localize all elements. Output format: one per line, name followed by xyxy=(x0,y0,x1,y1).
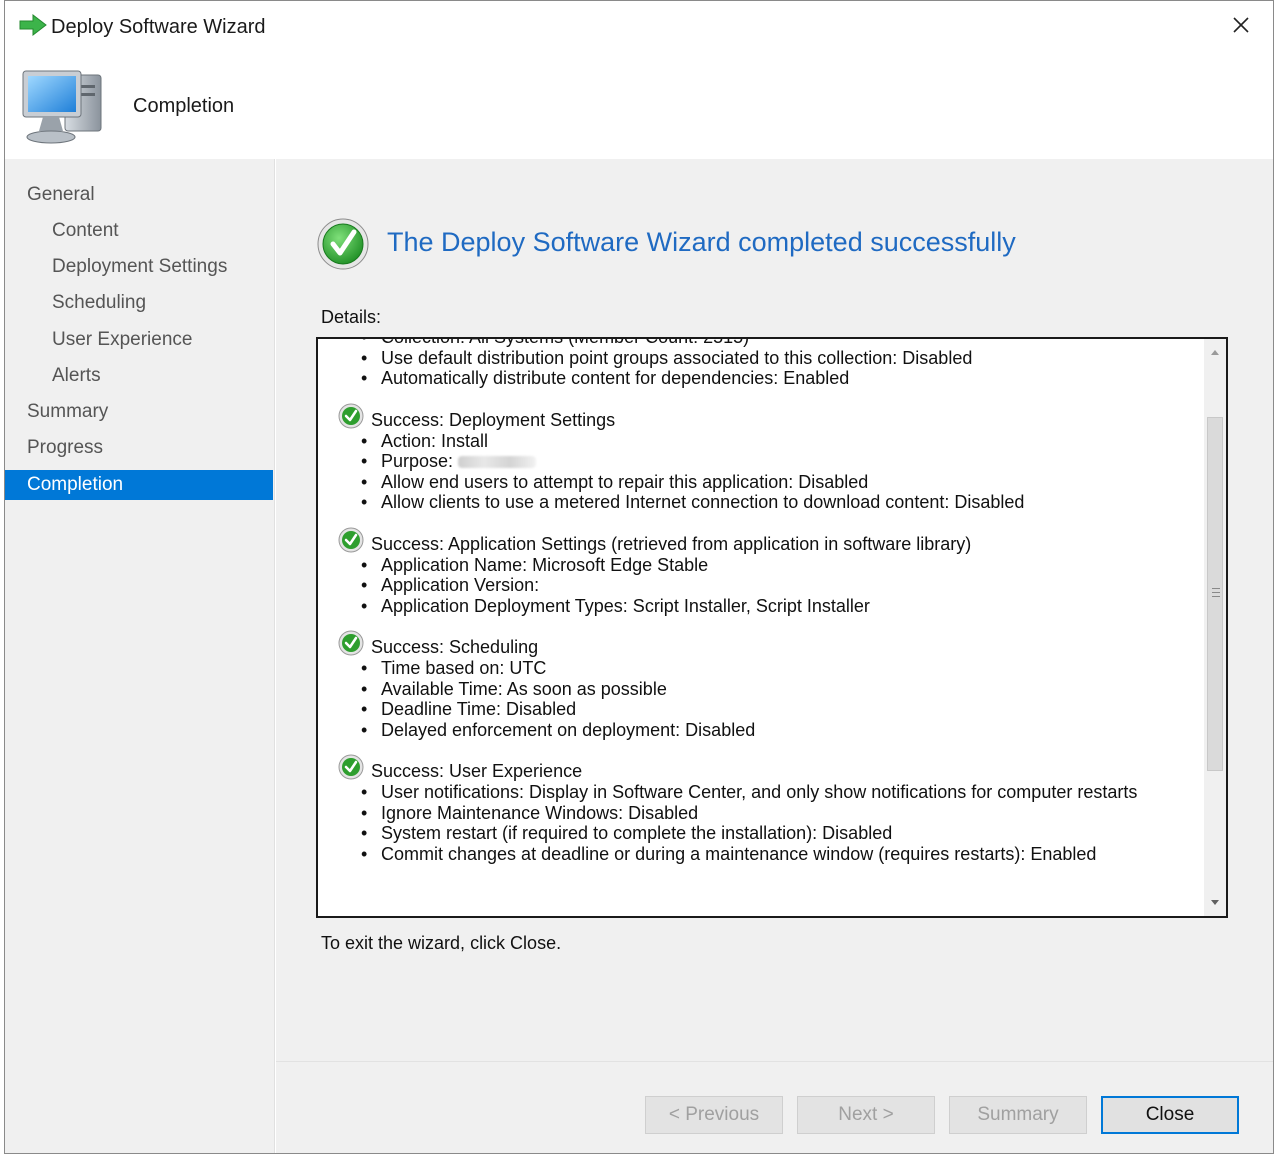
details-section-general: Collection: All Systems (Member Count: 2… xyxy=(338,339,1198,389)
details-section-application-settings: Success: Application Settings (retrieved… xyxy=(338,527,1198,617)
list-item: Time based on: UTC xyxy=(338,658,1198,679)
success-title: The Deploy Software Wizard completed suc… xyxy=(387,227,1016,257)
list-item: Use default distribution point groups as… xyxy=(338,348,1198,369)
green-check-icon xyxy=(317,218,369,270)
nav-item-scheduling[interactable]: Scheduling xyxy=(5,288,273,318)
list-item: Application Version: xyxy=(338,575,1198,596)
wizard-header: Completion xyxy=(5,53,1273,159)
page-title: Completion xyxy=(133,95,235,117)
wizard-window: Deploy Software Wizard Completion Genera… xyxy=(4,0,1274,1154)
section-heading: Success: Application Settings (retrieved… xyxy=(338,527,1198,555)
close-button[interactable]: Close xyxy=(1101,1096,1239,1134)
details-scrollbar[interactable] xyxy=(1204,339,1226,916)
green-check-icon xyxy=(338,754,364,780)
green-check-icon xyxy=(338,527,364,552)
scrollbar-grip-icon xyxy=(1212,588,1220,597)
previous-button[interactable]: < Previous xyxy=(645,1096,783,1134)
button-bar: < Previous Next > Summary Close xyxy=(276,1061,1273,1153)
list-item: Delayed enforcement on deployment: Disab… xyxy=(338,720,1198,741)
nav-item-deployment-settings[interactable]: Deployment Settings xyxy=(5,252,273,282)
wizard-nav: General Content Deployment Settings Sche… xyxy=(5,159,275,1153)
list-item: Allow clients to use a metered Internet … xyxy=(338,492,1198,513)
details-textbox[interactable]: Collection: All Systems (Member Count: 2… xyxy=(316,337,1228,918)
details-section-scheduling: Success: Scheduling Time based on: UTC A… xyxy=(338,630,1198,741)
details-label: Details: xyxy=(321,307,382,327)
nav-item-progress[interactable]: Progress xyxy=(5,433,273,463)
title-bar: Deploy Software Wizard xyxy=(5,1,1273,53)
green-check-icon xyxy=(338,403,364,428)
next-button[interactable]: Next > xyxy=(797,1096,935,1134)
list-item: User notifications: Display in Software … xyxy=(338,782,1198,803)
nav-item-general[interactable]: General xyxy=(5,180,273,210)
exit-instructions: To exit the wizard, click Close. xyxy=(321,933,562,953)
section-heading: Success: Scheduling xyxy=(338,630,1198,658)
details-section-deployment-settings: Success: Deployment Settings Action: Ins… xyxy=(338,403,1198,513)
section-heading: Success: Deployment Settings xyxy=(338,403,1198,431)
nav-item-completion[interactable]: Completion xyxy=(5,470,273,500)
list-item: Ignore Maintenance Windows: Disabled xyxy=(338,803,1198,824)
green-arrow-icon xyxy=(19,13,47,37)
list-item: Commit changes at deadline or during a m… xyxy=(338,844,1198,865)
content-area: The Deploy Software Wizard completed suc… xyxy=(276,159,1273,1061)
scroll-down-arrow-icon[interactable] xyxy=(1204,890,1226,916)
list-item: Deadline Time: Disabled xyxy=(338,699,1198,720)
redacted-value xyxy=(458,456,537,469)
nav-item-user-experience[interactable]: User Experience xyxy=(5,325,273,355)
window-title: Deploy Software Wizard xyxy=(51,16,266,38)
list-item: Available Time: As soon as possible xyxy=(338,679,1198,700)
list-item: Collection: All Systems (Member Count: 2… xyxy=(338,339,1198,348)
section-heading-text: Success: Scheduling xyxy=(371,637,539,657)
scroll-up-arrow-icon[interactable] xyxy=(1204,339,1226,365)
list-item: Application Name: Microsoft Edge Stable xyxy=(338,555,1198,576)
section-heading: Success: User Experience xyxy=(338,754,1198,782)
nav-item-summary[interactable]: Summary xyxy=(5,397,273,427)
nav-item-alerts[interactable]: Alerts xyxy=(5,361,273,391)
details-content: Collection: All Systems (Member Count: 2… xyxy=(338,339,1198,884)
scrollbar-thumb[interactable] xyxy=(1207,417,1223,771)
list-item: Application Deployment Types: Script Ins… xyxy=(338,596,1198,617)
section-heading-text: Success: Deployment Settings xyxy=(371,409,616,430)
details-section-user-experience: Success: User Experience User notificati… xyxy=(338,754,1198,865)
section-heading-text: Success: Application Settings (retrieved… xyxy=(371,533,972,554)
list-item: Allow end users to attempt to repair thi… xyxy=(338,472,1198,493)
green-check-icon xyxy=(338,630,364,656)
summary-button[interactable]: Summary xyxy=(949,1096,1087,1134)
close-icon[interactable] xyxy=(1229,13,1253,37)
section-heading-text: Success: User Experience xyxy=(371,761,583,781)
purpose-label: Purpose: xyxy=(381,451,459,471)
computer-icon xyxy=(22,70,102,144)
list-item: System restart (if required to complete … xyxy=(338,823,1198,844)
nav-item-content[interactable]: Content xyxy=(5,216,273,246)
list-item: Action: Install xyxy=(338,431,1198,452)
list-item: Automatically distribute content for dep… xyxy=(338,368,1198,389)
list-item: Purpose: xyxy=(338,451,1198,472)
